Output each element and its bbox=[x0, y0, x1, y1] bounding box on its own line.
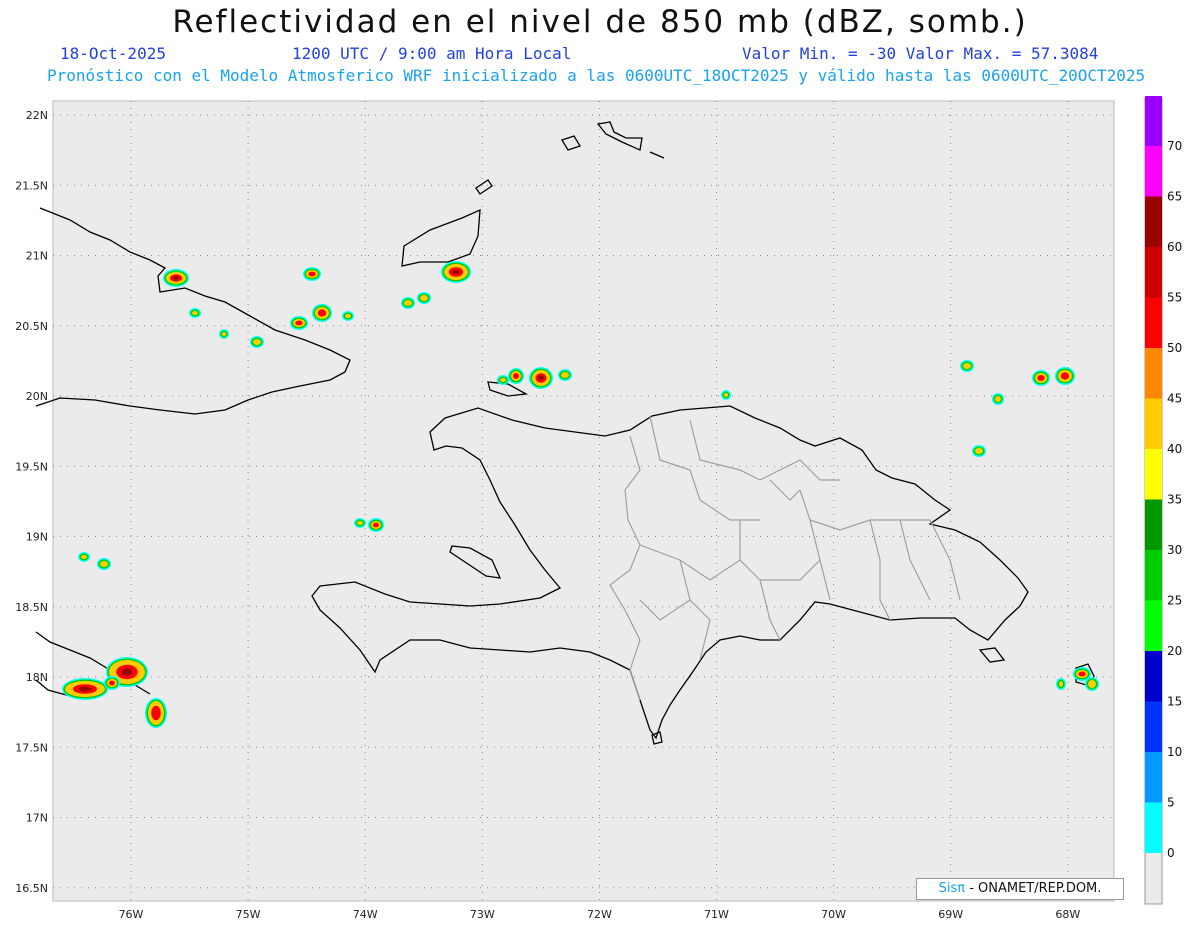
reflectivity-cell-inner bbox=[404, 300, 412, 306]
lat-label: 21N bbox=[26, 250, 48, 263]
reflectivity-cell-core bbox=[308, 271, 316, 277]
lon-label: 71W bbox=[704, 908, 729, 921]
colorbar-tick-label: 25 bbox=[1167, 594, 1182, 608]
colorbar-tick-label: 20 bbox=[1167, 644, 1182, 658]
reflectivity-cell-core bbox=[373, 522, 379, 528]
colorbar-segment bbox=[1145, 802, 1162, 853]
colorbar-segment bbox=[1145, 146, 1162, 197]
colorbar-tick-label: 35 bbox=[1167, 493, 1182, 507]
colorbar-segment bbox=[1145, 499, 1162, 550]
forecast-label: Pronóstico con el Modelo Atmosferico WRF… bbox=[47, 66, 1146, 85]
time-label: 1200 UTC / 9:00 am Hora Local bbox=[292, 44, 572, 63]
map-background bbox=[52, 100, 1115, 902]
colorbar-segment bbox=[1145, 550, 1162, 601]
reflectivity-cell-core bbox=[317, 309, 327, 317]
colorbar-segment bbox=[1145, 398, 1162, 449]
reflectivity-cell-core bbox=[295, 320, 303, 326]
reflectivity-cell-peak bbox=[538, 375, 544, 381]
lat-label: 17.5N bbox=[15, 741, 48, 754]
lat-label: 16.5N bbox=[15, 882, 48, 895]
reflectivity-cell-core bbox=[1037, 375, 1045, 381]
reflectivity-map: 22N 21.5N 21N 20.5N 20N 19.5N 19N 18.5N 18N 17.5N… bbox=[15, 96, 1182, 921]
colorbar-segment bbox=[1145, 247, 1162, 298]
reflectivity-cell-peak bbox=[452, 269, 460, 275]
reflectivity-cell-core bbox=[109, 680, 115, 686]
colorbar-tick-label: 30 bbox=[1167, 543, 1182, 557]
lat-label: 21.5N bbox=[15, 179, 48, 192]
reflectivity-cell-inner bbox=[100, 561, 108, 567]
minmax-label: Valor Min. = -30 Valor Max. = 57.3084 bbox=[742, 44, 1099, 63]
reflectivity-cell-inner bbox=[253, 339, 261, 345]
colorbar-segment bbox=[1145, 600, 1162, 651]
reflectivity-cell-core bbox=[1078, 671, 1086, 677]
reflectivity-cell-inner bbox=[420, 295, 428, 301]
reflectivity-cell-inner bbox=[357, 521, 363, 525]
credit-box: Sisπ - ONAMET/REP.DOM. bbox=[916, 878, 1124, 900]
lat-label: 19.5N bbox=[15, 460, 48, 473]
colorbar-segment bbox=[1145, 752, 1162, 803]
colorbar-tick-label: 40 bbox=[1167, 442, 1182, 456]
latitude-labels: 22N 21.5N 21N 20.5N 20N 19.5N 19N 18.5N 18N 17.5N… bbox=[15, 109, 48, 895]
colorbar-segment bbox=[1145, 449, 1162, 500]
colorbar-tick-label: 60 bbox=[1167, 240, 1182, 254]
colorbar-segment bbox=[1145, 196, 1162, 247]
colorbar-tick-label: 15 bbox=[1167, 695, 1182, 709]
reflectivity-cell-core bbox=[151, 705, 161, 721]
lat-label: 22N bbox=[26, 109, 48, 122]
reflectivity-cell-inner bbox=[724, 393, 728, 397]
reflectivity-cell-inner bbox=[975, 448, 983, 454]
lon-label: 68W bbox=[1055, 908, 1080, 921]
reflectivity-cell-core bbox=[1060, 372, 1070, 380]
lat-label: 20.5N bbox=[15, 320, 48, 333]
lon-label: 69W bbox=[938, 908, 963, 921]
colorbar-segment bbox=[1145, 348, 1162, 399]
sispi-logo: Sisπ bbox=[938, 881, 966, 896]
lon-label: 73W bbox=[470, 908, 495, 921]
lat-label: 18N bbox=[26, 671, 48, 684]
colorbar-segment bbox=[1145, 701, 1162, 752]
colorbar-segment bbox=[1145, 651, 1162, 702]
lon-label: 76W bbox=[119, 908, 144, 921]
reflectivity-cell-inner bbox=[500, 378, 506, 382]
colorbar-segment bbox=[1145, 96, 1162, 146]
reflectivity-cell-peak bbox=[79, 686, 91, 692]
credit-text: - ONAMET/REP.DOM. bbox=[965, 881, 1102, 896]
reflectivity-cell-inner bbox=[1059, 681, 1063, 687]
reflectivity-cell-inner bbox=[963, 363, 971, 369]
lat-label: 20N bbox=[26, 390, 48, 403]
colorbar-tick-label: 5 bbox=[1167, 796, 1175, 810]
chart-title: Reflectividad en el nivel de 850 mb (dBZ… bbox=[172, 4, 1028, 40]
reflectivity-cell-inner bbox=[995, 396, 1001, 402]
reflectivity-cell-inner bbox=[192, 311, 198, 315]
reflectivity-cell-peak bbox=[121, 668, 133, 676]
colorbar-tick-label: 45 bbox=[1167, 392, 1182, 406]
colorbar-tick-label: 0 bbox=[1167, 846, 1175, 860]
reflectivity-cell-inner bbox=[1088, 680, 1096, 688]
reflectivity-cell-inner bbox=[561, 372, 569, 378]
lon-label: 70W bbox=[821, 908, 846, 921]
reflectivity-cell-inner bbox=[81, 555, 87, 559]
longitude-labels: 76W 75W 74W 73W 72W 71W 70W 69W 68W bbox=[119, 908, 1081, 921]
colorbar-labels: 0 5 10 15 20 25 30 35 40 45 50 55 60 65 70 bbox=[1167, 139, 1182, 860]
reflectivity-cell-peak bbox=[173, 276, 179, 280]
lon-label: 75W bbox=[236, 908, 261, 921]
colorbar-tick-label: 65 bbox=[1167, 190, 1182, 204]
colorbar-tick-label: 70 bbox=[1167, 139, 1182, 153]
colorbar-segment bbox=[1145, 297, 1162, 348]
colorbar-tick-label: 10 bbox=[1167, 745, 1182, 759]
colorbar bbox=[1145, 96, 1162, 853]
reflectivity-cell-core bbox=[513, 373, 519, 379]
reflectivity-cell-inner bbox=[222, 332, 226, 336]
date-label: 18-Oct-2025 bbox=[60, 44, 166, 63]
colorbar-tick-label: 55 bbox=[1167, 291, 1182, 305]
lon-label: 74W bbox=[353, 908, 378, 921]
reflectivity-cell-inner bbox=[345, 314, 351, 318]
lat-label: 19N bbox=[26, 531, 48, 544]
colorbar-tick-label: 50 bbox=[1167, 341, 1182, 355]
lon-label: 72W bbox=[587, 908, 612, 921]
lat-label: 17N bbox=[26, 812, 48, 825]
lat-label: 18.5N bbox=[15, 601, 48, 614]
